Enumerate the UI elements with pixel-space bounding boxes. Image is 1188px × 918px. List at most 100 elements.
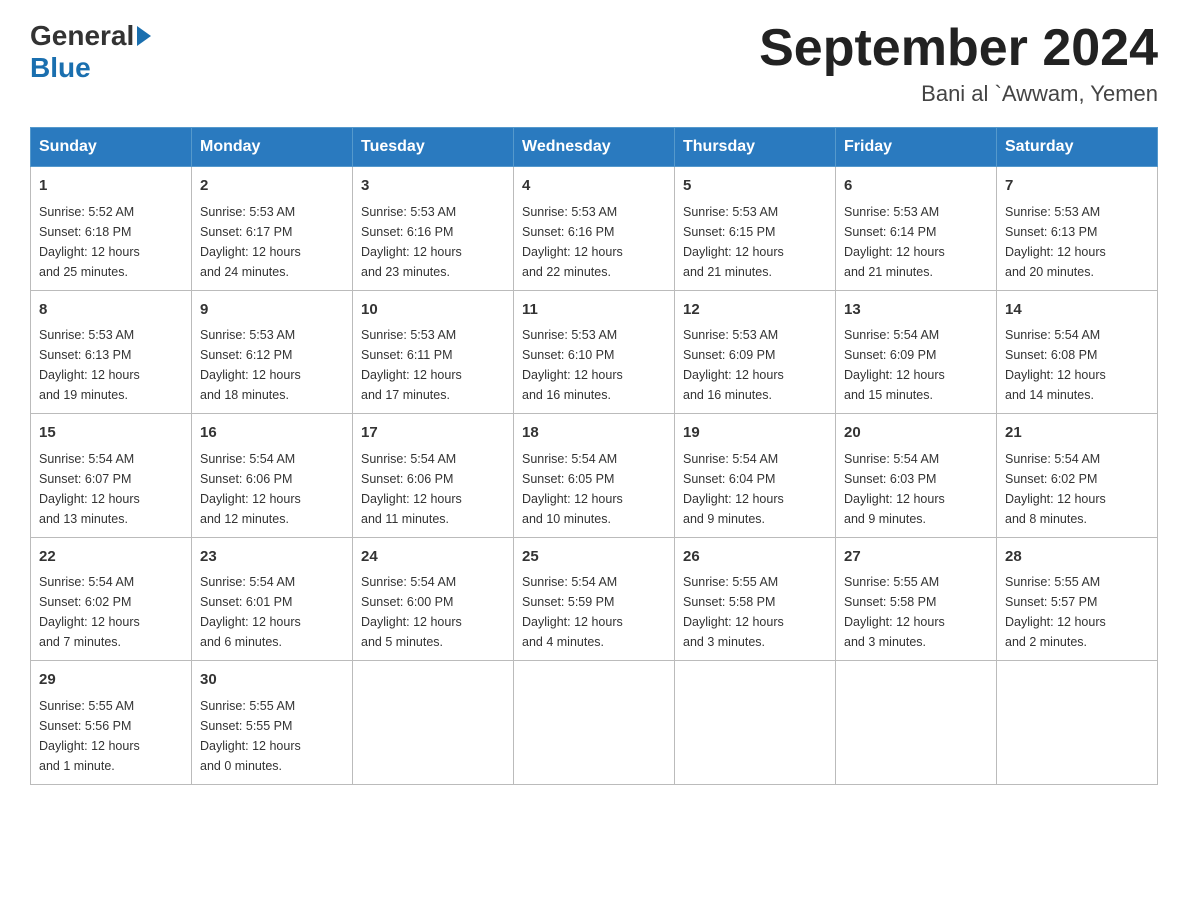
calendar-cell: 22Sunrise: 5:54 AMSunset: 6:02 PMDayligh… bbox=[31, 537, 192, 661]
header-saturday: Saturday bbox=[997, 128, 1158, 167]
calendar-cell: 1 Sunrise: 5:52 AMSunset: 6:18 PMDaylight… bbox=[31, 167, 192, 291]
day-number: 10 bbox=[361, 299, 505, 322]
calendar-cell: 12 Sunrise: 5:53 AMSunset: 6:09 PMDayligh… bbox=[675, 290, 836, 414]
day-info: Sunrise: 5:53 AMSunset: 6:13 PMDaylight:… bbox=[39, 325, 183, 405]
day-number: 6 bbox=[844, 175, 988, 198]
header-friday: Friday bbox=[836, 128, 997, 167]
day-number: 4 bbox=[522, 175, 666, 198]
day-number: 15 bbox=[39, 422, 183, 445]
day-number: 3 bbox=[361, 175, 505, 198]
header-tuesday: Tuesday bbox=[353, 128, 514, 167]
week-row-1: 1 Sunrise: 5:52 AMSunset: 6:18 PMDaylight… bbox=[31, 167, 1158, 291]
logo-blue: Blue bbox=[30, 52, 91, 83]
day-number: 29 bbox=[39, 669, 183, 692]
day-info: Sunrise: 5:54 AMSunset: 6:04 PMDaylight:… bbox=[683, 449, 827, 529]
calendar-cell: 19 Sunrise: 5:54 AMSunset: 6:04 PMDayligh… bbox=[675, 414, 836, 538]
day-info: Sunrise: 5:53 AMSunset: 6:14 PMDaylight:… bbox=[844, 202, 988, 282]
day-info: Sunrise: 5:53 AMSunset: 6:16 PMDaylight:… bbox=[522, 202, 666, 282]
day-info: Sunrise: 5:54 AMSunset: 6:08 PMDaylight:… bbox=[1005, 325, 1149, 405]
page-header: General Blue September 2024 Bani al `Aww… bbox=[30, 20, 1158, 107]
calendar-cell: 28 Sunrise: 5:55 AMSunset: 5:57 PMDayligh… bbox=[997, 537, 1158, 661]
day-info: Sunrise: 5:54 AMSunset: 6:03 PMDaylight:… bbox=[844, 449, 988, 529]
calendar-cell: 29 Sunrise: 5:55 AMSunset: 5:56 PMDayligh… bbox=[31, 661, 192, 785]
calendar-cell: 27 Sunrise: 5:55 AMSunset: 5:58 PMDayligh… bbox=[836, 537, 997, 661]
calendar-cell bbox=[836, 661, 997, 785]
logo-general: General bbox=[30, 20, 134, 52]
logo: General Blue bbox=[30, 20, 151, 84]
week-row-2: 8 Sunrise: 5:53 AMSunset: 6:13 PMDaylight… bbox=[31, 290, 1158, 414]
day-number: 13 bbox=[844, 299, 988, 322]
day-number: 27 bbox=[844, 546, 988, 569]
day-number: 24 bbox=[361, 546, 505, 569]
day-number: 30 bbox=[200, 669, 344, 692]
day-number: 2 bbox=[200, 175, 344, 198]
calendar-cell: 20 Sunrise: 5:54 AMSunset: 6:03 PMDayligh… bbox=[836, 414, 997, 538]
day-number: 12 bbox=[683, 299, 827, 322]
calendar-header-row: SundayMondayTuesdayWednesdayThursdayFrid… bbox=[31, 128, 1158, 167]
day-info: Sunrise: 5:54 AMSunset: 6:00 PMDaylight:… bbox=[361, 572, 505, 652]
day-info: Sunrise: 5:54 AMSunset: 6:06 PMDaylight:… bbox=[361, 449, 505, 529]
calendar-cell: 18 Sunrise: 5:54 AMSunset: 6:05 PMDayligh… bbox=[514, 414, 675, 538]
day-info: Sunrise: 5:54 AMSunset: 6:02 PMDaylight:… bbox=[1005, 449, 1149, 529]
calendar-cell: 6 Sunrise: 5:53 AMSunset: 6:14 PMDaylight… bbox=[836, 167, 997, 291]
day-info: Sunrise: 5:55 AMSunset: 5:58 PMDaylight:… bbox=[844, 572, 988, 652]
day-number: 19 bbox=[683, 422, 827, 445]
day-number: 1 bbox=[39, 175, 183, 198]
calendar-cell: 17Sunrise: 5:54 AMSunset: 6:06 PMDayligh… bbox=[353, 414, 514, 538]
calendar-cell: 2Sunrise: 5:53 AMSunset: 6:17 PMDaylight… bbox=[192, 167, 353, 291]
day-number: 8 bbox=[39, 299, 183, 322]
day-info: Sunrise: 5:53 AMSunset: 6:10 PMDaylight:… bbox=[522, 325, 666, 405]
month-title: September 2024 bbox=[759, 20, 1158, 77]
day-info: Sunrise: 5:54 AMSunset: 6:07 PMDaylight:… bbox=[39, 449, 183, 529]
title-area: September 2024 Bani al `Awwam, Yemen bbox=[759, 20, 1158, 107]
day-info: Sunrise: 5:54 AMSunset: 6:02 PMDaylight:… bbox=[39, 572, 183, 652]
day-number: 20 bbox=[844, 422, 988, 445]
day-info: Sunrise: 5:53 AMSunset: 6:09 PMDaylight:… bbox=[683, 325, 827, 405]
header-sunday: Sunday bbox=[31, 128, 192, 167]
week-row-5: 29 Sunrise: 5:55 AMSunset: 5:56 PMDayligh… bbox=[31, 661, 1158, 785]
day-info: Sunrise: 5:54 AMSunset: 6:05 PMDaylight:… bbox=[522, 449, 666, 529]
logo-triangle-icon bbox=[137, 26, 151, 46]
day-number: 5 bbox=[683, 175, 827, 198]
calendar-cell: 3 Sunrise: 5:53 AMSunset: 6:16 PMDaylight… bbox=[353, 167, 514, 291]
header-monday: Monday bbox=[192, 128, 353, 167]
location-title: Bani al `Awwam, Yemen bbox=[759, 81, 1158, 107]
week-row-4: 22Sunrise: 5:54 AMSunset: 6:02 PMDayligh… bbox=[31, 537, 1158, 661]
calendar-cell: 14Sunrise: 5:54 AMSunset: 6:08 PMDayligh… bbox=[997, 290, 1158, 414]
day-info: Sunrise: 5:54 AMSunset: 6:06 PMDaylight:… bbox=[200, 449, 344, 529]
day-info: Sunrise: 5:53 AMSunset: 6:13 PMDaylight:… bbox=[1005, 202, 1149, 282]
day-info: Sunrise: 5:53 AMSunset: 6:15 PMDaylight:… bbox=[683, 202, 827, 282]
day-info: Sunrise: 5:53 AMSunset: 6:16 PMDaylight:… bbox=[361, 202, 505, 282]
calendar-cell: 23Sunrise: 5:54 AMSunset: 6:01 PMDayligh… bbox=[192, 537, 353, 661]
day-number: 23 bbox=[200, 546, 344, 569]
day-info: Sunrise: 5:54 AMSunset: 5:59 PMDaylight:… bbox=[522, 572, 666, 652]
day-info: Sunrise: 5:55 AMSunset: 5:56 PMDaylight:… bbox=[39, 696, 183, 776]
calendar-cell bbox=[675, 661, 836, 785]
day-info: Sunrise: 5:54 AMSunset: 6:09 PMDaylight:… bbox=[844, 325, 988, 405]
calendar-cell: 10Sunrise: 5:53 AMSunset: 6:11 PMDayligh… bbox=[353, 290, 514, 414]
day-info: Sunrise: 5:55 AMSunset: 5:57 PMDaylight:… bbox=[1005, 572, 1149, 652]
calendar-cell: 26Sunrise: 5:55 AMSunset: 5:58 PMDayligh… bbox=[675, 537, 836, 661]
calendar-cell: 15 Sunrise: 5:54 AMSunset: 6:07 PMDayligh… bbox=[31, 414, 192, 538]
calendar-cell: 7 Sunrise: 5:53 AMSunset: 6:13 PMDaylight… bbox=[997, 167, 1158, 291]
calendar-cell: 13 Sunrise: 5:54 AMSunset: 6:09 PMDayligh… bbox=[836, 290, 997, 414]
day-number: 21 bbox=[1005, 422, 1149, 445]
day-number: 28 bbox=[1005, 546, 1149, 569]
calendar-cell bbox=[353, 661, 514, 785]
calendar-cell: 4 Sunrise: 5:53 AMSunset: 6:16 PMDaylight… bbox=[514, 167, 675, 291]
calendar-table: SundayMondayTuesdayWednesdayThursdayFrid… bbox=[30, 127, 1158, 785]
day-info: Sunrise: 5:53 AMSunset: 6:12 PMDaylight:… bbox=[200, 325, 344, 405]
day-info: Sunrise: 5:52 AMSunset: 6:18 PMDaylight:… bbox=[39, 202, 183, 282]
calendar-cell: 30Sunrise: 5:55 AMSunset: 5:55 PMDayligh… bbox=[192, 661, 353, 785]
week-row-3: 15 Sunrise: 5:54 AMSunset: 6:07 PMDayligh… bbox=[31, 414, 1158, 538]
day-number: 18 bbox=[522, 422, 666, 445]
calendar-cell: 21 Sunrise: 5:54 AMSunset: 6:02 PMDayligh… bbox=[997, 414, 1158, 538]
day-number: 16 bbox=[200, 422, 344, 445]
calendar-cell bbox=[997, 661, 1158, 785]
header-thursday: Thursday bbox=[675, 128, 836, 167]
day-number: 7 bbox=[1005, 175, 1149, 198]
calendar-cell: 24 Sunrise: 5:54 AMSunset: 6:00 PMDayligh… bbox=[353, 537, 514, 661]
header-wednesday: Wednesday bbox=[514, 128, 675, 167]
calendar-cell: 9Sunrise: 5:53 AMSunset: 6:12 PMDaylight… bbox=[192, 290, 353, 414]
day-number: 11 bbox=[522, 299, 666, 322]
